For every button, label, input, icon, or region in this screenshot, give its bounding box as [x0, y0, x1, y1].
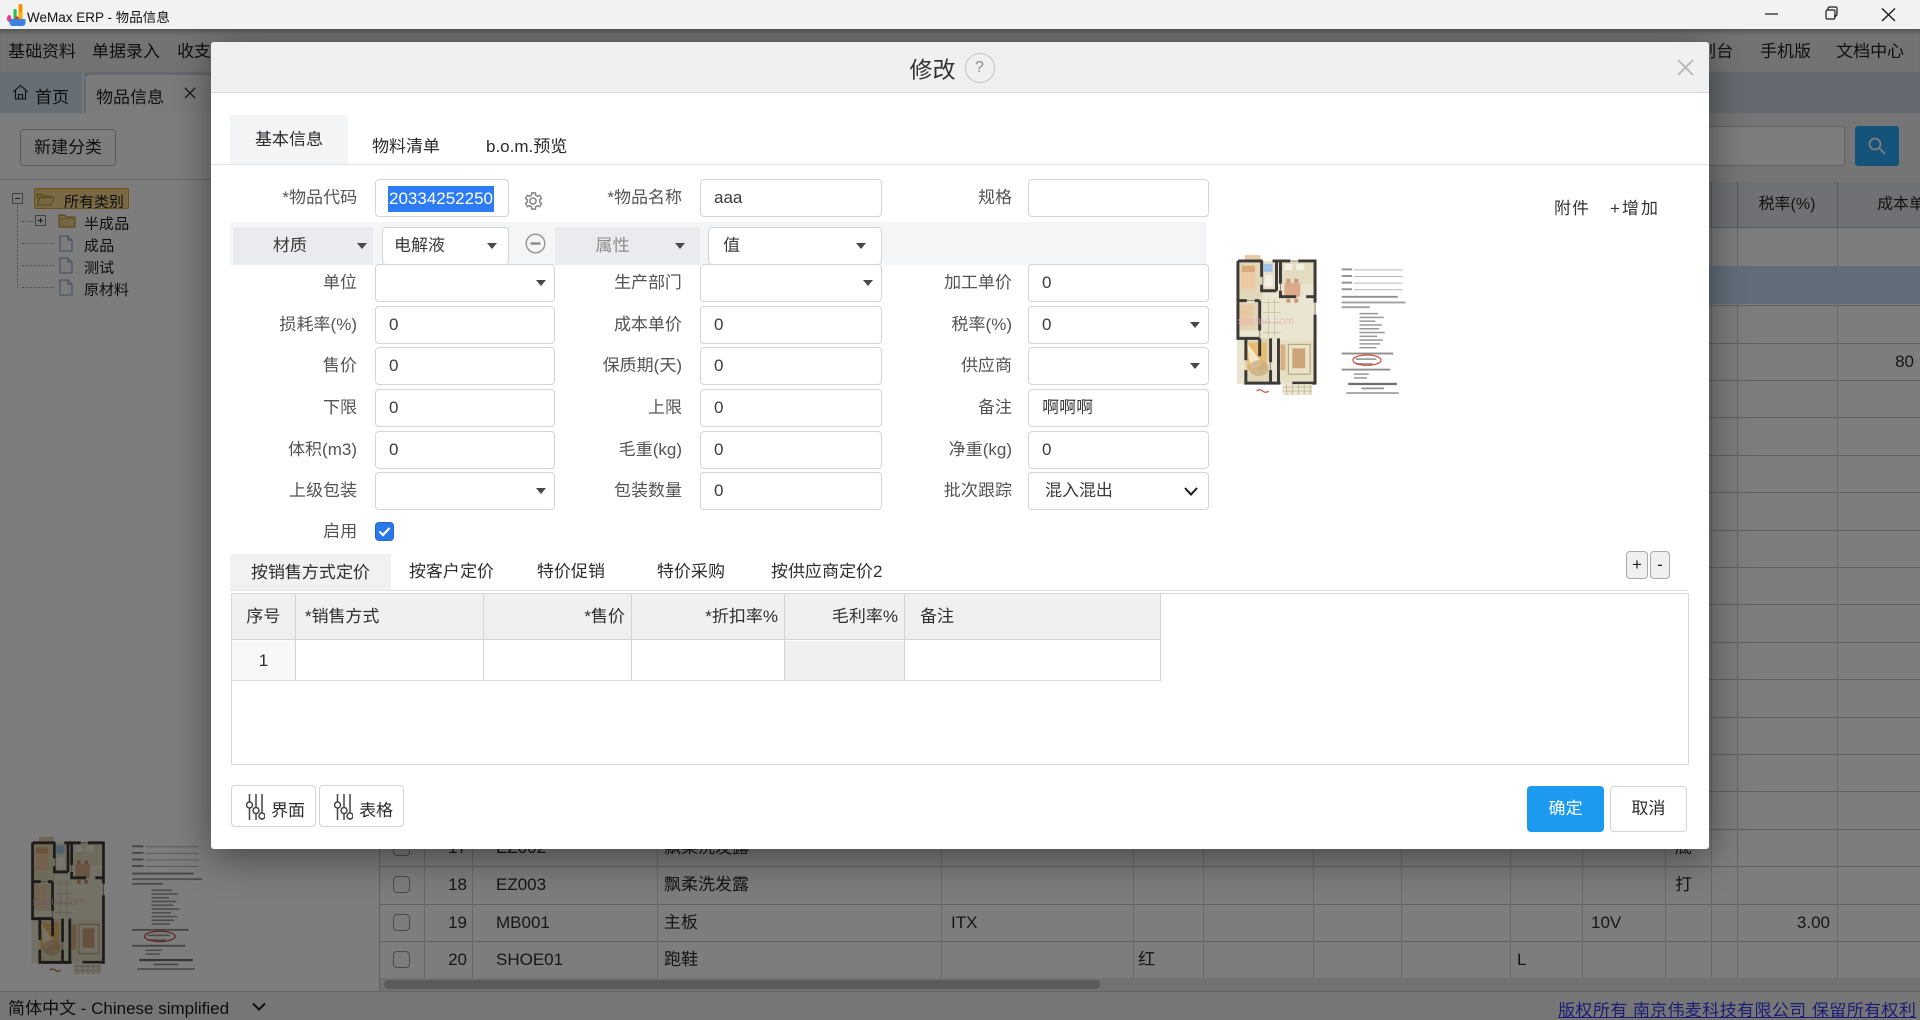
svg-text:soufun.com: soufun.com	[1238, 315, 1294, 327]
